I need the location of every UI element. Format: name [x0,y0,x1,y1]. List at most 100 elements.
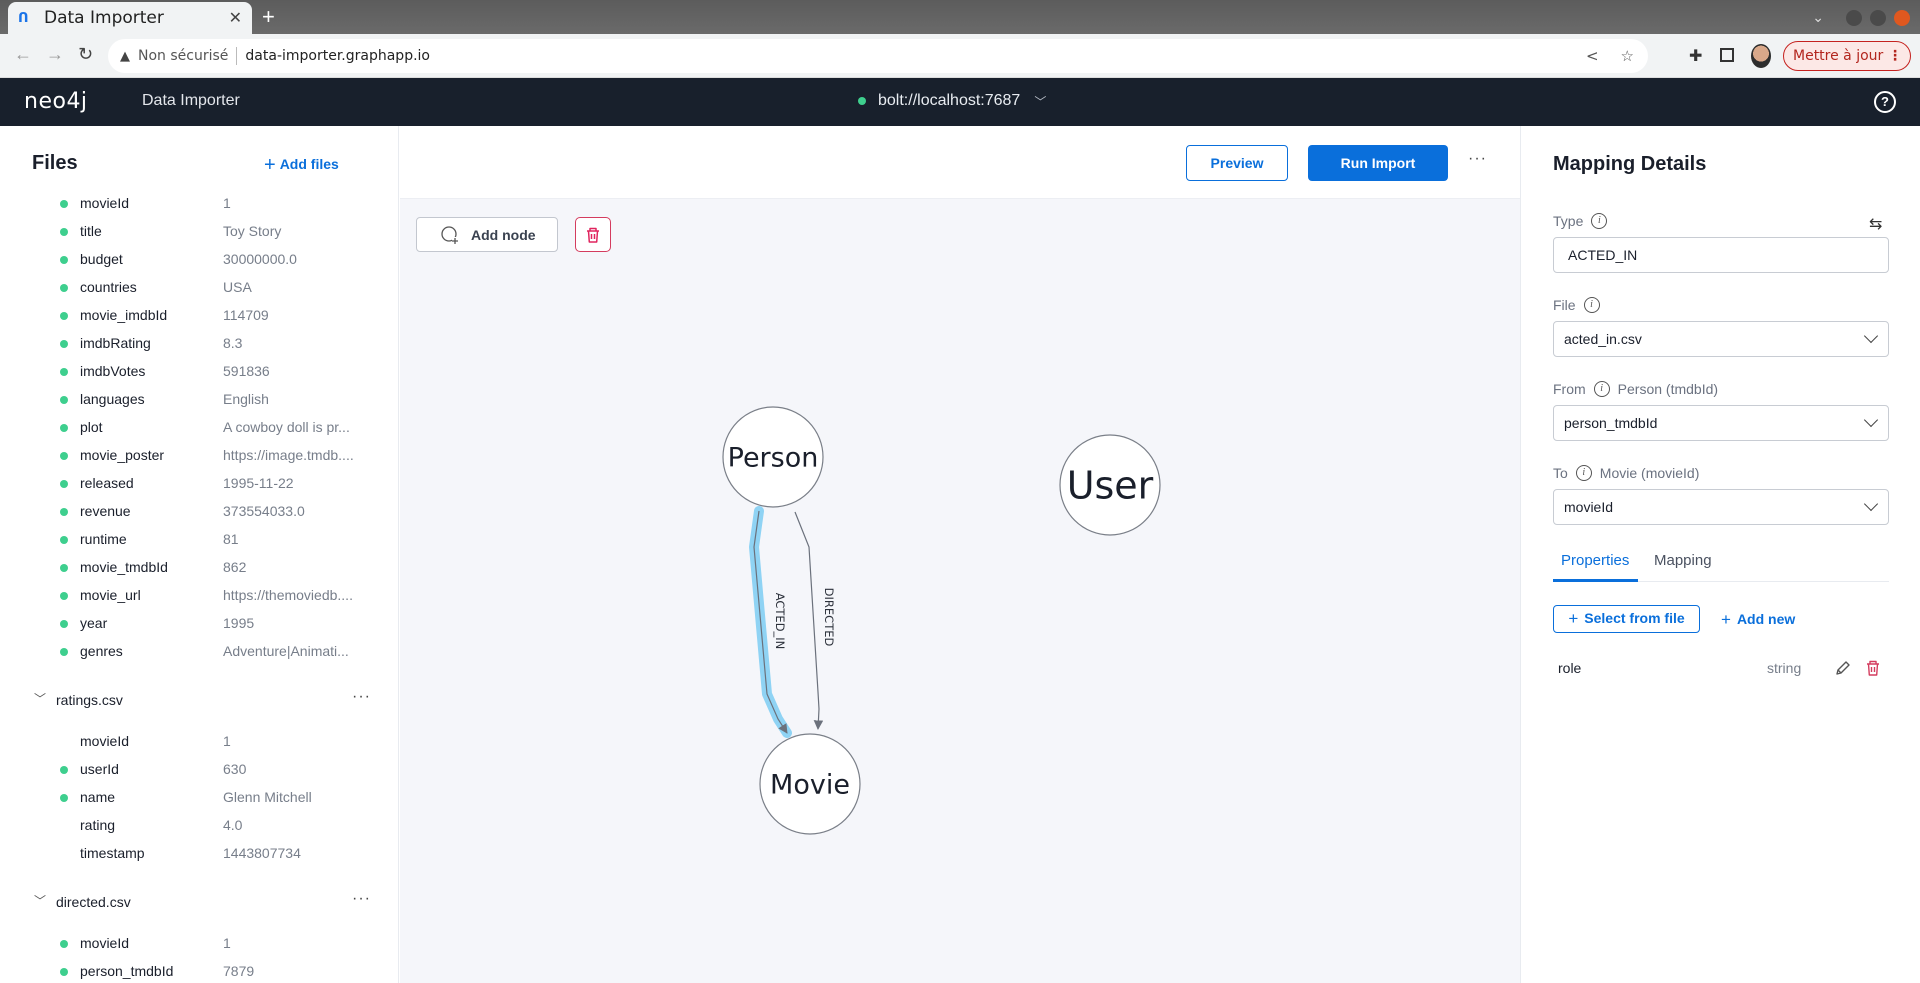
field-name: movie_poster [80,447,165,463]
reverse-direction-icon[interactable]: ⇆ [1869,214,1882,234]
file-label: File [1553,297,1576,313]
file-field-row: year 1995 [0,610,398,638]
window-controls: ⌄ [1812,9,1910,26]
extensions-puzzle-icon[interactable]: ✚ [1689,46,1702,66]
relationship-edge-directed[interactable] [794,511,824,730]
file-options-button[interactable]: ··· [352,890,371,908]
browser-menu-icon[interactable]: ⋮ [1888,48,1902,64]
url-input[interactable]: ▲ Non sécurisé data-importer.graphapp.io… [108,39,1648,73]
forward-arrow-icon[interactable]: → [46,44,64,65]
delete-button[interactable] [575,217,611,252]
field-sample-value: 373554033.0 [223,503,305,519]
graph-canvas[interactable]: ACTED_IN DIRECTED Person Movie User Add node [400,199,1520,983]
select-from-file-button[interactable]: + Select from file [1553,605,1700,633]
info-icon[interactable]: i [1575,465,1592,481]
chevron-down-icon: ﹀ [1034,94,1047,109]
field-name: movie_url [80,587,141,603]
mapped-indicator-dot [60,648,68,656]
new-tab-button[interactable]: + [262,4,275,30]
close-tab-icon[interactable]: ✕ [229,8,242,28]
field-sample-value: 30000000.0 [223,251,297,267]
profile-avatar[interactable] [1751,44,1771,68]
add-files-button[interactable]: + Add files [264,154,339,177]
file-label-row: File i [1553,297,1608,313]
type-label: Type [1553,213,1584,229]
mapped-indicator-dot [60,592,68,600]
to-select[interactable]: movieId [1553,489,1889,525]
update-browser-button[interactable]: Mettre à jour ⋮ [1783,41,1911,71]
property-type: string [1767,660,1802,676]
field-name: movieId [80,733,130,749]
add-node-button[interactable]: Add node [416,217,558,252]
add-files-label: Add files [279,156,339,172]
field-name: timestamp [80,845,145,861]
field-sample-value: Glenn Mitchell [223,789,312,805]
tab-properties[interactable]: Properties [1561,552,1629,569]
back-arrow-icon[interactable]: ← [14,44,32,65]
mapped-indicator-dot [60,452,68,460]
type-input[interactable]: ACTED_IN [1553,237,1889,273]
field-sample-value: 630 [223,761,247,777]
field-name: movieId [80,935,130,951]
connection-selector[interactable]: bolt://localhost:7687 ﹀ [858,92,1046,110]
chevron-down-icon[interactable]: ﹀ [34,892,46,909]
file-field-row: genres Adventure|Animati... [0,638,398,666]
mapped-indicator-dot [60,284,68,292]
maximize-button[interactable] [1870,9,1886,26]
divider [236,47,238,65]
file-field-row: person_tmdbId 7879 [0,958,398,983]
bookmark-star-icon[interactable]: ☆ [1621,47,1634,65]
tab-search-chevron-icon[interactable]: ⌄ [1812,9,1824,26]
node-label: Movie [770,770,850,801]
info-icon[interactable]: i [1591,213,1608,229]
side-panel-icon[interactable] [1720,48,1734,62]
file-name: ratings.csv [56,692,123,708]
from-node-label: Person (tmdbId) [1617,381,1719,397]
run-import-button[interactable]: Run Import [1308,145,1448,181]
to-value: movieId [1564,499,1614,515]
relationship-label[interactable]: DIRECTED [822,588,836,647]
field-name: name [80,789,116,805]
file-options-button[interactable]: ··· [352,688,371,706]
to-label-row: To i Movie (movieId) [1553,465,1699,481]
from-value: person_tmdbId [1564,415,1658,431]
to-node-label: Movie (movieId) [1599,465,1700,481]
file-field-row: countries USA [0,274,398,302]
help-icon[interactable]: ? [1874,91,1896,113]
minimize-button[interactable] [1846,9,1862,26]
more-options-button[interactable]: ··· [1468,150,1487,168]
close-window-button[interactable] [1894,9,1910,26]
info-icon[interactable]: i [1593,381,1610,397]
preview-button[interactable]: Preview [1186,145,1288,181]
file-select[interactable]: acted_in.csv [1553,321,1889,357]
field-sample-value: 7879 [223,963,255,979]
chevron-down-icon[interactable]: ﹀ [34,690,46,707]
tab-mapping[interactable]: Mapping [1654,552,1712,569]
from-select[interactable]: person_tmdbId [1553,405,1889,441]
file-field-row: movieId 1 [0,930,398,958]
mapped-indicator-dot [60,424,68,432]
node-label: Person [728,443,819,474]
file-header[interactable]: ﹀ directed.csv ··· [0,888,398,918]
field-name: imdbVotes [80,363,146,379]
field-name: title [80,223,102,239]
file-header[interactable]: ﹀ ratings.csv ··· [0,686,398,716]
field-sample-value: 1995 [223,615,255,631]
files-title: Files [32,152,78,174]
info-icon[interactable]: i [1583,297,1600,313]
browser-tab[interactable]: ᑎ Data Importer ✕ [8,2,252,34]
file-field-row: name Glenn Mitchell [0,784,398,812]
tab-title: Data Importer [44,8,164,28]
reload-icon[interactable]: ↻ [78,44,93,65]
add-new-property-button[interactable]: + Add new [1721,610,1795,630]
mapped-indicator-dot [60,200,68,208]
mapped-indicator-dot [60,340,68,348]
relationship-label[interactable]: ACTED_IN [773,593,787,650]
file-field-row: plot A cowboy doll is pr... [0,414,398,442]
share-icon[interactable]: < [1586,47,1599,65]
pencil-icon[interactable] [1834,658,1852,678]
field-sample-value: 114709 [223,307,269,323]
graph-model[interactable]: ACTED_IN DIRECTED Person Movie User [400,199,1520,983]
trash-icon[interactable] [1865,658,1881,678]
mapped-indicator-dot [60,940,68,948]
